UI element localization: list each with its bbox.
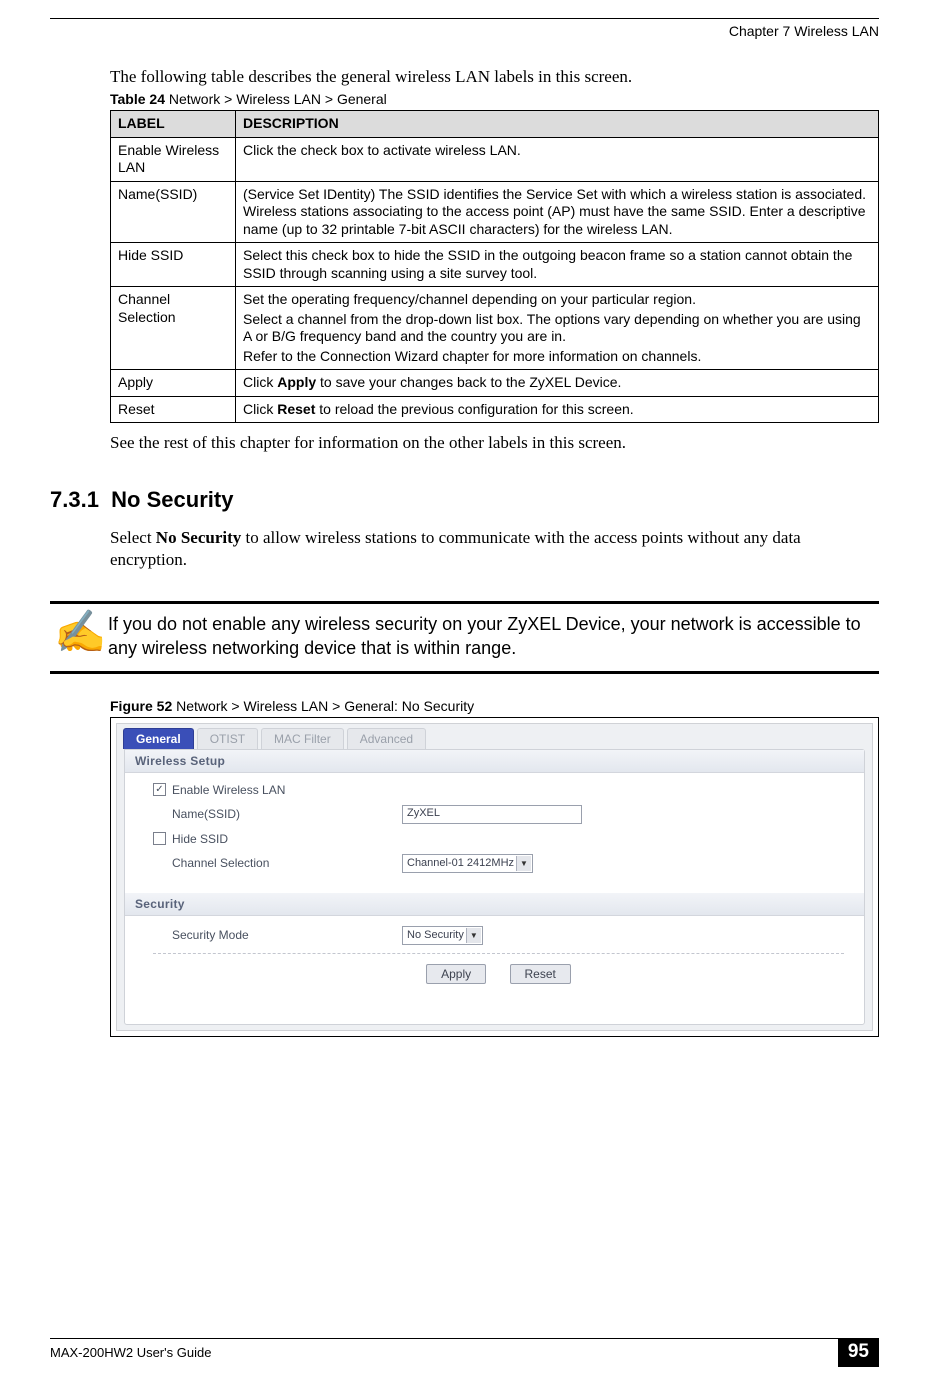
footer-guide-name: MAX-200HW2 User's Guide [50,1345,211,1360]
figure-number: Figure 52 [110,698,172,714]
label-description-table: LABEL DESCRIPTION Enable Wireless LANCli… [110,110,879,423]
channel-selection-value: Channel-01 2412MHz [407,857,514,869]
section-title: No Security [111,487,233,512]
table-row: ApplyClick Apply to save your changes ba… [111,370,879,397]
section-number: 7.3.1 [50,487,99,512]
note-text: If you do not enable any wireless securi… [108,612,879,661]
tab-otist[interactable]: OTIST [197,728,258,749]
figure-caption: Figure 52 Network > Wireless LAN > Gener… [110,698,879,714]
divider [153,953,844,954]
table-number: Table 24 [110,91,165,107]
chevron-down-icon: ▼ [516,856,531,871]
table-header-row: LABEL DESCRIPTION [111,111,879,138]
table-header-desc: DESCRIPTION [236,111,879,138]
security-mode-value: No Security [407,929,464,941]
reset-button[interactable]: Reset [510,964,571,984]
table-caption: Table 24 Network > Wireless LAN > Genera… [110,91,879,107]
hide-ssid-checkbox[interactable] [153,832,166,845]
table-cell-description: Click Apply to save your changes back to… [236,370,879,397]
table-row: Name(SSID)(Service Set IDentity) The SSI… [111,181,879,243]
channel-selection-label: Channel Selection [172,856,402,870]
group-header-wireless: Wireless Setup [125,750,864,773]
page-footer: MAX-200HW2 User's Guide 95 [50,1338,879,1362]
table-row: ResetClick Reset to reload the previous … [111,396,879,423]
table-row: Enable Wireless LANClick the check box t… [111,137,879,181]
table-cell-label: Reset [111,396,236,423]
tab-mac-filter[interactable]: MAC Filter [261,728,344,749]
after-table-text: See the rest of this chapter for informa… [110,433,879,453]
chevron-down-icon: ▼ [466,928,481,943]
hand-writing-icon: ✍ [50,612,108,654]
figure-screenshot: GeneralOTISTMAC FilterAdvanced Wireless … [110,717,879,1037]
tab-bar: GeneralOTISTMAC FilterAdvanced [117,724,872,749]
name-ssid-input[interactable]: ZyXEL [402,805,582,824]
enable-wlan-label: Enable Wireless LAN [172,783,402,797]
tab-general[interactable]: General [123,728,194,749]
hide-ssid-label: Hide SSID [172,832,402,846]
table-cell-description: (Service Set IDentity) The SSID identifi… [236,181,879,243]
channel-selection-dropdown[interactable]: Channel-01 2412MHz ▼ [402,854,533,873]
intro-text: The following table describes the genera… [110,67,879,87]
table-cell-label: Hide SSID [111,243,236,287]
table-breadcrumb: Network > Wireless LAN > General [165,91,387,107]
table-cell-label: Apply [111,370,236,397]
table-row: Hide SSIDSelect this check box to hide t… [111,243,879,287]
note-block: ✍ If you do not enable any wireless secu… [50,601,879,674]
table-cell-label: Channel Selection [111,287,236,370]
table-cell-description: Click the check box to activate wireless… [236,137,879,181]
security-mode-label: Security Mode [172,928,402,942]
section-body: Select No Security to allow wireless sta… [110,527,879,571]
table-header-label: LABEL [111,111,236,138]
footer-page-number: 95 [838,1338,879,1367]
apply-button[interactable]: Apply [426,964,486,984]
chapter-header: Chapter 7 Wireless LAN [50,23,879,39]
table-cell-description: Select this check box to hide the SSID i… [236,243,879,287]
section-body-bold: No Security [156,528,241,547]
table-cell-description: Click Reset to reload the previous confi… [236,396,879,423]
table-cell-label: Enable Wireless LAN [111,137,236,181]
name-ssid-label: Name(SSID) [172,807,402,821]
enable-wlan-checkbox[interactable]: ✓ [153,783,166,796]
security-mode-dropdown[interactable]: No Security ▼ [402,926,483,945]
section-heading: 7.3.1 No Security [50,487,879,513]
section-body-pre: Select [110,528,156,547]
table-row: Channel SelectionSet the operating frequ… [111,287,879,370]
table-cell-label: Name(SSID) [111,181,236,243]
figure-breadcrumb: Network > Wireless LAN > General: No Sec… [172,698,474,714]
table-cell-description: Set the operating frequency/channel depe… [236,287,879,370]
group-header-security: Security [125,893,864,916]
tab-advanced[interactable]: Advanced [347,728,426,749]
